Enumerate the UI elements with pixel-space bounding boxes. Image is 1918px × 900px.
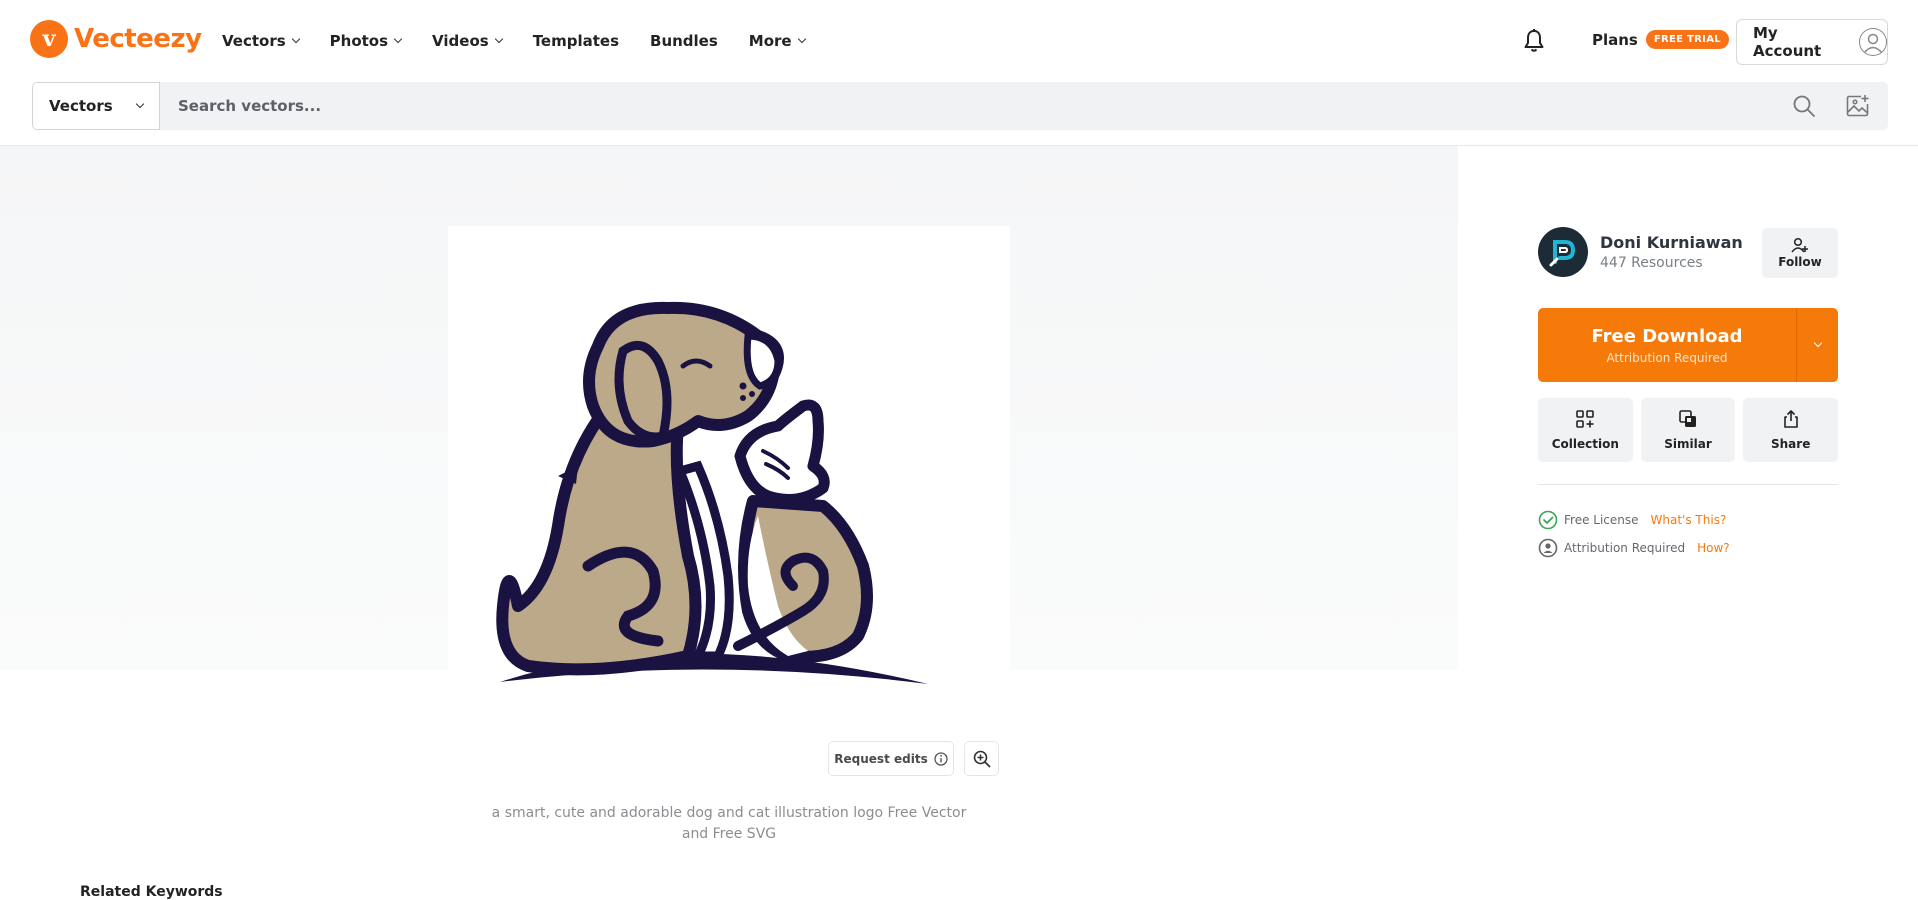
plans-label: Plans	[1592, 30, 1638, 49]
search-input[interactable]	[178, 97, 1578, 115]
image-caption: a smart, cute and adorable dog and cat i…	[491, 805, 967, 842]
share-label: Share	[1771, 437, 1811, 451]
nav-photos[interactable]: Photos	[329, 30, 403, 52]
notifications-bell-icon[interactable]	[1522, 28, 1546, 54]
check-circle-icon	[1538, 510, 1558, 530]
chevron-down-icon	[1813, 338, 1822, 348]
zoom-in-icon	[973, 750, 990, 767]
zoom-button[interactable]	[964, 741, 999, 776]
nav-photos-label: Photos	[329, 32, 389, 50]
share-button[interactable]: Share	[1743, 398, 1839, 462]
download-title: Free Download	[1591, 325, 1743, 347]
chevron-down-icon	[797, 34, 806, 44]
nav-videos-label: Videos	[432, 32, 489, 50]
follow-label: Follow	[1778, 255, 1822, 269]
user-avatar-icon	[1859, 28, 1887, 56]
author-info: Doni Kurniawan 447 Resources	[1600, 233, 1743, 271]
nav-bundles-label: Bundles	[650, 32, 718, 50]
similar-label: Similar	[1664, 437, 1712, 451]
image-search-icon[interactable]	[1846, 94, 1870, 118]
resource-sidebar: Doni Kurniawan 447 Resources Follow Free…	[1538, 226, 1839, 558]
search-bar: Vectors	[32, 82, 1888, 130]
nav-more-label: More	[748, 32, 792, 50]
free-download-button[interactable]: Free Download Attribution Required	[1538, 308, 1838, 382]
author-avatar[interactable]	[1538, 227, 1588, 277]
my-account-label: My Account	[1753, 24, 1822, 60]
request-edits-label: Request edits	[834, 751, 928, 766]
nav-videos[interactable]: Videos	[432, 30, 503, 52]
author-name[interactable]: Doni Kurniawan	[1600, 233, 1743, 252]
attribution-user-icon	[1538, 538, 1558, 558]
chevron-down-icon	[291, 34, 300, 44]
search-category-value: Vectors	[49, 97, 113, 115]
follow-button[interactable]: Follow	[1762, 228, 1838, 278]
nav-bundles[interactable]: Bundles	[650, 30, 718, 52]
related-keywords-heading: Related Keywords	[80, 884, 223, 900]
nav-vectors[interactable]: Vectors	[222, 30, 300, 52]
author-logo-icon	[1549, 240, 1576, 267]
nav-templates-label: Templates	[532, 32, 620, 50]
share-icon	[1783, 410, 1798, 428]
nav-more[interactable]: More	[748, 30, 806, 52]
download-main[interactable]: Free Download Attribution Required	[1538, 308, 1796, 382]
chevron-down-icon	[494, 34, 503, 44]
collection-button[interactable]: Collection	[1538, 398, 1633, 462]
nav-vectors-label: Vectors	[222, 32, 286, 50]
similar-button[interactable]: Similar	[1640, 398, 1736, 462]
chevron-down-icon	[393, 34, 403, 44]
author-resource-count: 447 Resources	[1600, 255, 1703, 271]
sidebar-divider	[1538, 484, 1838, 485]
main-nav: Vectors Photos Videos Templates Bundles …	[222, 30, 836, 52]
chevron-down-icon	[135, 99, 145, 109]
free-trial-badge: FREE TRIAL	[1645, 30, 1729, 49]
add-user-icon	[1791, 237, 1808, 253]
plans-link[interactable]: Plans FREE TRIAL	[1592, 30, 1729, 49]
attribution-row: Attribution Required How?	[1538, 538, 1730, 558]
my-account-button[interactable]: My Account	[1736, 19, 1888, 65]
download-subtitle: Attribution Required	[1606, 350, 1728, 365]
collection-icon	[1576, 410, 1595, 428]
brand-logo[interactable]: v Vecteezy	[30, 20, 202, 58]
search-category-select[interactable]: Vectors	[32, 82, 160, 130]
dog-cat-illustration	[496, 301, 928, 684]
collection-label: Collection	[1551, 437, 1619, 451]
license-label: Free License	[1564, 513, 1639, 527]
attribution-label: Attribution Required	[1564, 541, 1686, 555]
attribution-how-link[interactable]: How?	[1697, 541, 1730, 555]
brand-name: Vecteezy	[74, 24, 202, 54]
preview-image[interactable]	[448, 226, 1010, 786]
author-block: Doni Kurniawan 447 Resources Follow	[1538, 226, 1838, 278]
nav-templates[interactable]: Templates	[533, 30, 619, 52]
search-field	[160, 82, 1888, 130]
license-row: Free License What's This?	[1538, 510, 1726, 530]
top-header: v Vecteezy Vectors Photos Videos Templat…	[0, 0, 1918, 82]
resource-actions: Collection Similar Share	[1538, 398, 1839, 462]
similar-icon	[1679, 410, 1696, 427]
search-icon[interactable]	[1792, 94, 1816, 118]
download-options-toggle[interactable]	[1796, 308, 1838, 382]
info-icon	[934, 751, 948, 766]
license-info-link[interactable]: What's This?	[1651, 513, 1727, 527]
logo-mark-icon: v	[30, 20, 68, 58]
request-edits-button[interactable]: Request edits	[828, 741, 954, 776]
